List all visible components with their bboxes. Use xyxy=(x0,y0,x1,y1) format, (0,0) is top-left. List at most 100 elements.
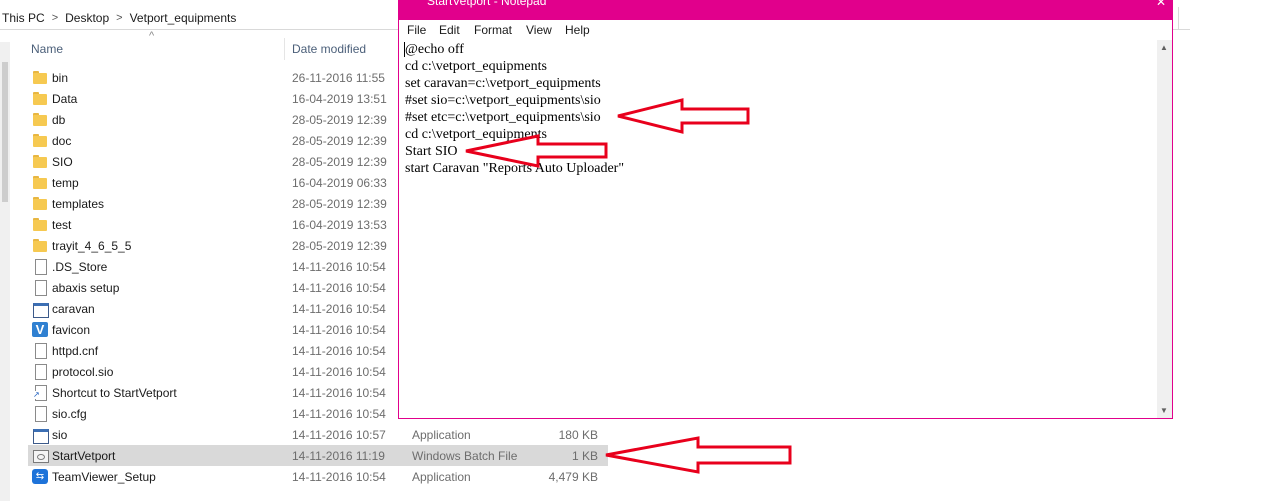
file-date-modified: 26-11-2016 11:55 xyxy=(292,71,385,85)
folder-icon xyxy=(32,91,48,106)
notepad-title-bar[interactable]: StartVetport - Notepad ✕ xyxy=(399,0,1172,20)
file-name: httpd.cnf xyxy=(52,344,99,358)
text-line: #set etc=c:\vetport_equipments\sio xyxy=(405,110,601,125)
folder-icon xyxy=(32,133,48,148)
text-line: set caravan=c:\vetport_equipments xyxy=(405,76,601,91)
text-line: cd c:\vetport_equipments xyxy=(405,59,547,74)
breadcrumb-desktop[interactable]: Desktop xyxy=(63,11,111,25)
text-line: #set sio=c:\vetport_equipments\sio xyxy=(405,93,601,108)
folder-icon xyxy=(32,238,48,253)
breadcrumb-separator-icon[interactable]: > xyxy=(111,12,127,24)
file-date-modified: 14-11-2016 10:54 xyxy=(292,344,386,358)
file-date-modified: 16-04-2019 13:51 xyxy=(292,92,387,106)
address-bar-end xyxy=(1178,7,1191,29)
file-name: SIO xyxy=(52,155,73,169)
vetport-icon: V xyxy=(32,322,48,337)
scroll-up-icon[interactable]: ▲ xyxy=(1160,43,1168,52)
breadcrumb-vetport-equipments[interactable]: Vetport_equipments xyxy=(128,11,239,25)
file-date-modified: 14-11-2016 11:19 xyxy=(292,449,385,463)
file-icon xyxy=(32,280,48,296)
file-date-modified: 14-11-2016 10:54 xyxy=(292,470,386,484)
batch-file-icon xyxy=(32,448,49,463)
menu-format[interactable]: Format xyxy=(474,23,512,37)
scroll-down-icon[interactable]: ▼ xyxy=(1160,406,1168,415)
arrow-shape xyxy=(465,134,608,168)
folder-icon xyxy=(32,70,48,85)
text-line: @echo off xyxy=(405,42,464,57)
file-type: Application xyxy=(412,470,471,484)
file-date-modified: 14-11-2016 10:54 xyxy=(292,386,386,400)
file-date-modified: 28-05-2019 12:39 xyxy=(292,197,387,211)
file-name: .DS_Store xyxy=(52,260,108,274)
file-date-modified: 14-11-2016 10:54 xyxy=(292,407,386,421)
notepad-menu-bar: File Edit Format View Help xyxy=(399,20,1172,40)
file-date-modified: 28-05-2019 12:39 xyxy=(292,155,387,169)
teamviewer-icon: ⇆ xyxy=(32,469,48,484)
file-date-modified: 28-05-2019 12:39 xyxy=(292,134,387,148)
notepad-text-area[interactable]: @echo off cd c:\vetport_equipmentsset car… xyxy=(399,40,1157,418)
file-row[interactable]: StartVetport 14-11-2016 11:19 Windows Batc… xyxy=(28,445,608,466)
file-name: templates xyxy=(52,197,105,211)
shortcut-icon xyxy=(32,385,48,401)
column-header-name[interactable]: Name xyxy=(31,42,63,56)
file-size: 1 KB xyxy=(571,449,598,463)
file-name: favicon xyxy=(52,323,91,337)
folder-icon xyxy=(32,175,48,190)
column-divider[interactable] xyxy=(284,38,285,60)
file-name: Shortcut to StartVetport xyxy=(52,386,177,400)
file-name: sio xyxy=(52,428,68,442)
file-date-modified: 28-05-2019 12:39 xyxy=(292,239,387,253)
file-name: db xyxy=(52,113,66,127)
sort-ascending-icon: ^ xyxy=(149,30,155,42)
file-size: 180 KB xyxy=(558,428,598,442)
folder-icon xyxy=(32,112,48,127)
folder-icon xyxy=(32,154,48,169)
file-name: bin xyxy=(52,71,69,85)
notepad-vertical-scrollbar[interactable]: ▲ ▼ xyxy=(1157,40,1172,418)
file-name: TeamViewer_Setup xyxy=(52,470,156,484)
file-date-modified: 16-04-2019 13:53 xyxy=(292,218,387,232)
file-icon xyxy=(32,406,48,422)
menu-help[interactable]: Help xyxy=(565,23,590,37)
file-name: sio.cfg xyxy=(52,407,87,421)
file-date-modified: 28-05-2019 12:39 xyxy=(292,113,387,127)
column-header-date-modified[interactable]: Date modified xyxy=(292,42,366,56)
file-icon xyxy=(32,343,48,359)
menu-file[interactable]: File xyxy=(407,23,426,37)
file-date-modified: 14-11-2016 10:54 xyxy=(292,302,386,316)
file-date-modified: 14-11-2016 10:57 xyxy=(292,428,386,442)
file-type: Application xyxy=(412,428,471,442)
file-date-modified: 14-11-2016 10:54 xyxy=(292,260,386,274)
annotation-arrow-start-sio xyxy=(465,134,608,168)
arrow-shape xyxy=(605,436,792,474)
file-name: protocol.sio xyxy=(52,365,114,379)
file-icon xyxy=(32,259,48,275)
notepad-title: StartVetport - Notepad xyxy=(427,0,547,8)
file-name: StartVetport xyxy=(52,449,116,463)
file-date-modified: 16-04-2019 06:33 xyxy=(292,176,387,190)
file-date-modified: 14-11-2016 10:54 xyxy=(292,281,386,295)
file-name: temp xyxy=(52,176,79,190)
file-row[interactable]: ⇆ TeamViewer_Setup 14-11-2016 10:54 Applica… xyxy=(28,466,608,487)
file-date-modified: 14-11-2016 10:54 xyxy=(292,323,386,337)
file-name: abaxis setup xyxy=(52,281,120,295)
application-icon xyxy=(32,427,49,444)
file-name: test xyxy=(52,218,72,232)
close-icon[interactable]: ✕ xyxy=(1156,0,1166,9)
breadcrumb-separator-icon[interactable]: > xyxy=(47,12,63,24)
breadcrumb-this-pc[interactable]: This PC xyxy=(0,11,47,25)
annotation-arrow-startvetport xyxy=(605,436,792,474)
file-name: Data xyxy=(52,92,78,106)
file-row[interactable]: sio 14-11-2016 10:57 Application 180 KB xyxy=(28,424,608,445)
menu-edit[interactable]: Edit xyxy=(439,23,460,37)
folder-icon xyxy=(32,217,48,232)
navigation-pane-scrollbar[interactable] xyxy=(0,42,10,501)
scrollbar-thumb[interactable] xyxy=(2,62,8,202)
annotation-arrow-set-etc xyxy=(617,98,750,134)
file-name: caravan xyxy=(52,302,95,316)
text-line: Start SIO xyxy=(405,144,458,159)
menu-view[interactable]: View xyxy=(526,23,552,37)
file-name: doc xyxy=(52,134,72,148)
arrow-shape xyxy=(617,98,750,134)
file-size: 4,479 KB xyxy=(548,470,598,484)
